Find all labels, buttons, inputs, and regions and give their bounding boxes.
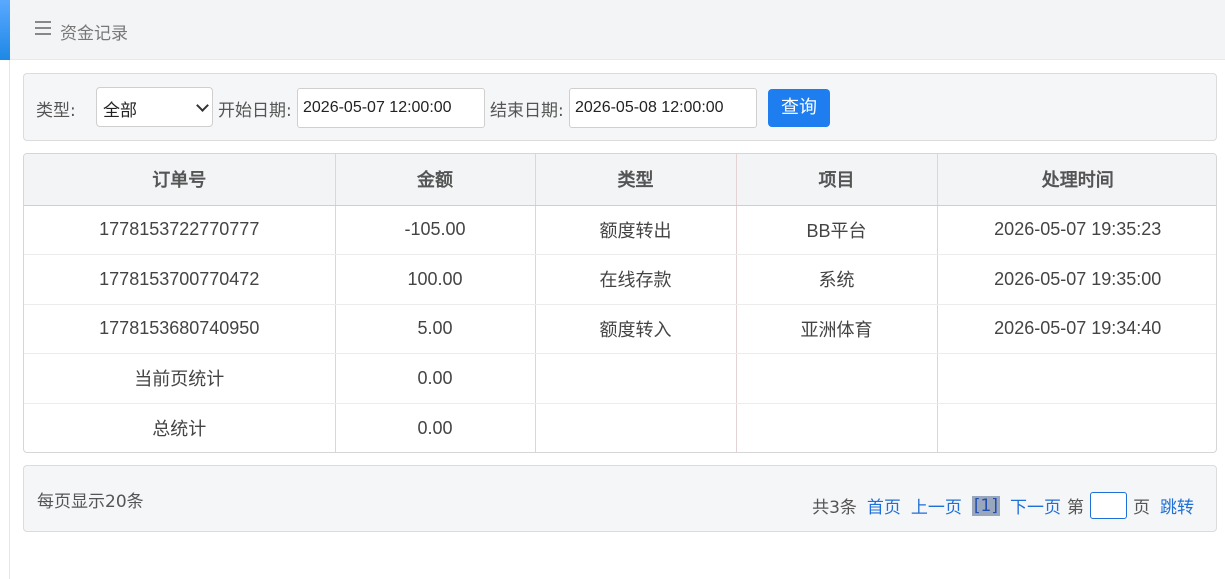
type-select[interactable]: 全部 bbox=[96, 87, 213, 127]
time-cell: 2026-05-07 19:35:00 bbox=[937, 254, 1216, 305]
amount-cell: 100.00 bbox=[335, 254, 536, 305]
empty-cell bbox=[535, 353, 737, 404]
type-cell: 额度转出 bbox=[535, 205, 737, 255]
query-button[interactable]: 查询 bbox=[768, 89, 830, 127]
summary-amount-cell: 0.00 bbox=[335, 353, 536, 404]
first-page-link[interactable]: 首页 bbox=[867, 493, 901, 518]
pagination-bar: 每页显示20条 共3条 首页 上一页 [1] 下一页 第 页 跳转 bbox=[23, 465, 1217, 532]
total-count: 共3条 bbox=[812, 498, 857, 518]
jump-link[interactable]: 跳转 bbox=[1160, 493, 1194, 518]
pagination: 共3条 首页 上一页 [1] 下一页 第 页 跳转 bbox=[812, 492, 1194, 519]
order-no-cell: 1778153680740950 bbox=[24, 304, 336, 354]
start-date-label: 开始日期: bbox=[218, 101, 292, 121]
page-suffix-text: 页 bbox=[1133, 498, 1150, 518]
table-row: 1778153680740950 5.00 额度转入 亚洲体育 2026-05-… bbox=[24, 304, 1216, 354]
page-summary-row: 当前页统计 0.00 bbox=[24, 353, 1216, 404]
amount-cell: -105.00 bbox=[335, 205, 536, 255]
item-cell: 亚洲体育 bbox=[736, 304, 938, 354]
column-header-amount: 金额 bbox=[335, 154, 536, 206]
filter-bar: 类型: 全部 开始日期: 2026-05-07 12:00:00 结束日期: 2… bbox=[23, 73, 1217, 141]
empty-cell bbox=[937, 403, 1216, 452]
page-prefix-text: 第 bbox=[1067, 498, 1084, 518]
left-accent-bar bbox=[0, 0, 10, 60]
column-header-order-no: 订单号 bbox=[24, 154, 336, 206]
column-header-type: 类型 bbox=[535, 154, 737, 206]
order-no-cell: 1778153700770472 bbox=[24, 254, 336, 305]
left-edge bbox=[0, 0, 10, 579]
type-select-value: 全部 bbox=[103, 101, 137, 121]
summary-label-cell: 当前页统计 bbox=[24, 353, 336, 404]
item-cell: 系统 bbox=[736, 254, 938, 305]
column-header-time: 处理时间 bbox=[937, 154, 1216, 206]
page-header: 资金记录 bbox=[10, 0, 1225, 60]
table-row: 1778153700770472 100.00 在线存款 系统 2026-05-… bbox=[24, 254, 1216, 305]
empty-cell bbox=[736, 403, 938, 452]
time-cell: 2026-05-07 19:34:40 bbox=[937, 304, 1216, 354]
end-date-label: 结束日期: bbox=[490, 101, 564, 121]
item-cell: BB平台 bbox=[736, 205, 938, 255]
table-row: 1778153722770777 -105.00 额度转出 BB平台 2026-… bbox=[24, 205, 1216, 255]
order-no-cell: 1778153722770777 bbox=[24, 205, 336, 255]
next-page-link[interactable]: 下一页 bbox=[1010, 493, 1061, 518]
prev-page-link[interactable]: 上一页 bbox=[911, 493, 962, 518]
time-cell: 2026-05-07 19:35:23 bbox=[937, 205, 1216, 255]
column-header-item: 项目 bbox=[736, 154, 938, 206]
page-title: 资金记录 bbox=[60, 24, 128, 44]
type-label: 类型: bbox=[36, 101, 76, 121]
end-date-input[interactable]: 2026-05-08 12:00:00 bbox=[569, 88, 757, 128]
page-number-input[interactable] bbox=[1090, 492, 1127, 519]
summary-amount-cell: 0.00 bbox=[335, 403, 536, 452]
type-cell: 额度转入 bbox=[535, 304, 737, 354]
menu-icon[interactable] bbox=[35, 21, 51, 37]
empty-cell bbox=[937, 353, 1216, 404]
summary-label-cell: 总统计 bbox=[24, 403, 336, 452]
table-header-row: 订单号 金额 类型 项目 处理时间 bbox=[24, 154, 1216, 206]
amount-cell: 5.00 bbox=[335, 304, 536, 354]
type-cell: 在线存款 bbox=[535, 254, 737, 305]
records-table: 订单号 金额 类型 项目 处理时间 1778153722770777 -105.… bbox=[23, 153, 1217, 453]
current-page: [1] bbox=[971, 495, 1000, 516]
empty-cell bbox=[736, 353, 938, 404]
chevron-down-icon bbox=[196, 99, 209, 112]
total-summary-row: 总统计 0.00 bbox=[24, 403, 1216, 452]
start-date-input[interactable]: 2026-05-07 12:00:00 bbox=[297, 88, 485, 128]
per-page-text: 每页显示20条 bbox=[37, 492, 144, 512]
empty-cell bbox=[535, 403, 737, 452]
